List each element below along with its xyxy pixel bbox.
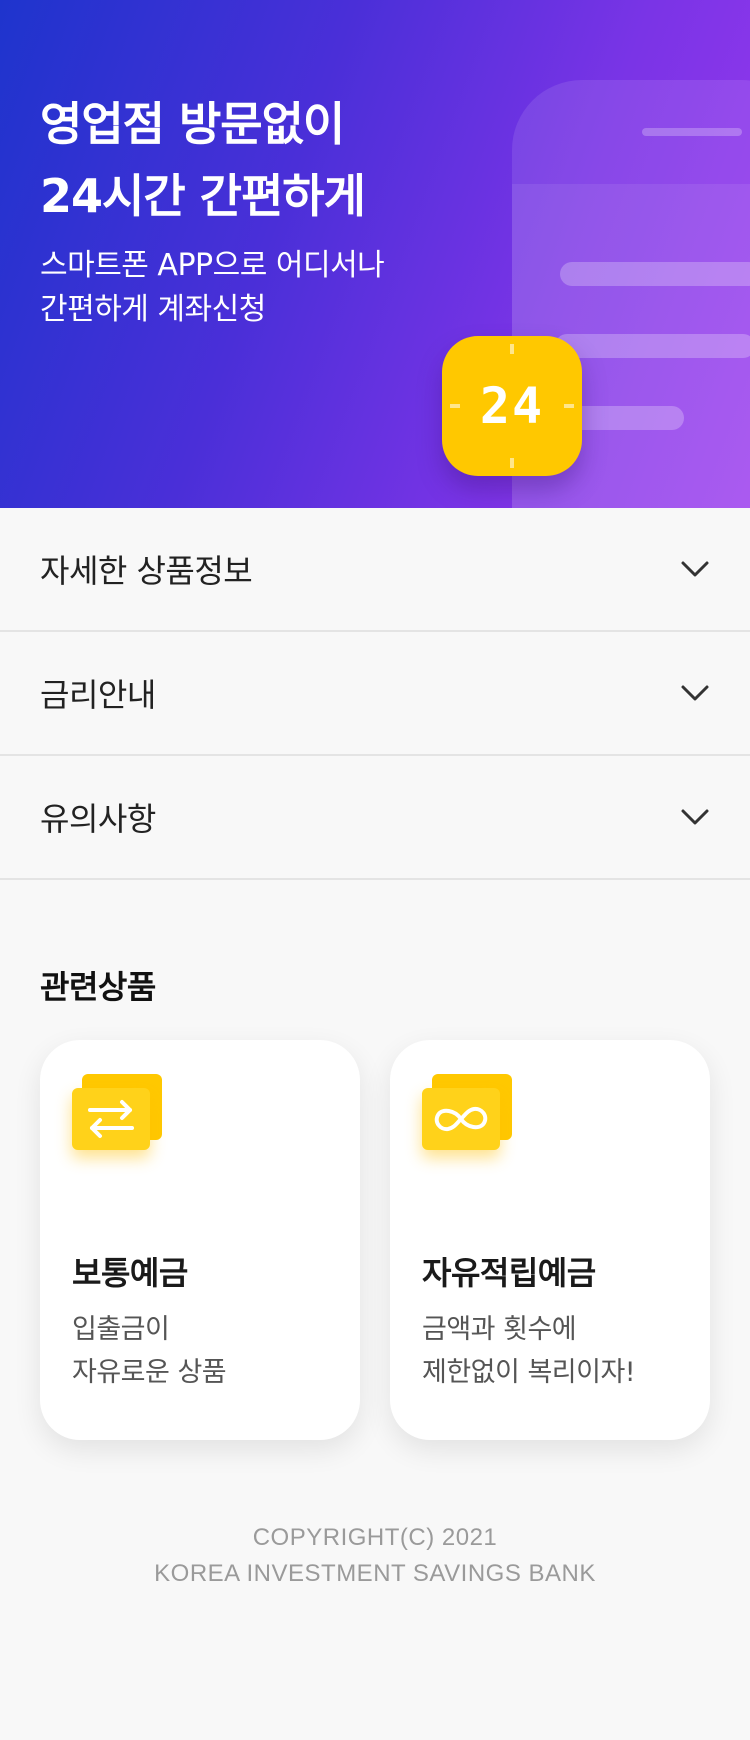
phone-bar-illustration (570, 406, 684, 430)
infinity-icon (422, 1074, 512, 1156)
hero-banner: 영업점 방문없이 24시간 간편하게 스마트폰 APP으로 어디서나 간편하게 … (0, 0, 750, 508)
product-card-description-line: 제한없이 복리이자! (422, 1357, 636, 1388)
phone-notch-illustration (642, 128, 742, 136)
product-card-description: 입출금이 자유로운 상품 (72, 1308, 227, 1394)
copyright-line: COPYRIGHT(C) 2021 (252, 1524, 498, 1551)
24-hours-label: 24 (479, 377, 545, 435)
hero-title-line: 24시간 간편하게 (40, 169, 366, 223)
product-card-description-line: 자유로운 상품 (72, 1357, 227, 1388)
hero-subtitle: 스마트폰 APP으로 어디서나 간편하게 계좌신청 (40, 244, 385, 332)
info-accordion: 자세한 상품정보 금리안내 유의사항 (0, 508, 750, 880)
accordion-item-product-info[interactable]: 자세한 상품정보 (0, 508, 750, 632)
accordion-label: 유의사항 (40, 800, 156, 838)
hero-title: 영업점 방문없이 24시간 간편하게 (40, 88, 366, 232)
phone-bar-illustration (560, 262, 750, 286)
product-card-description: 금액과 횟수에 제한없이 복리이자! (422, 1308, 636, 1394)
company-name: KOREA INVESTMENT SAVINGS BANK (154, 1560, 596, 1587)
product-card-title: 자유적립예금 (422, 1254, 596, 1292)
accordion-label: 금리안내 (40, 676, 156, 714)
product-card-description-line: 입출금이 (72, 1314, 170, 1345)
page: 영업점 방문없이 24시간 간편하게 스마트폰 APP으로 어디서나 간편하게 … (0, 0, 750, 1740)
footer-copyright: COPYRIGHT(C) 2021 KOREA INVESTMENT SAVIN… (0, 1520, 750, 1592)
chevron-down-icon (681, 809, 709, 825)
hero-title-line: 영업점 방문없이 (40, 97, 345, 151)
product-card-ordinary-deposit[interactable]: 보통예금 입출금이 자유로운 상품 (40, 1040, 360, 1440)
chevron-down-icon (681, 685, 709, 701)
hero-subtitle-line: 스마트폰 APP으로 어디서나 (40, 248, 385, 283)
hero-subtitle-line: 간편하게 계좌신청 (40, 292, 266, 327)
24-hours-icon: 24 (442, 336, 582, 476)
accordion-label: 자세한 상품정보 (40, 552, 253, 590)
related-products-title: 관련상품 (40, 968, 156, 1006)
product-card-title: 보통예금 (72, 1254, 188, 1292)
chevron-down-icon (681, 561, 709, 577)
product-card-free-savings[interactable]: 자유적립예금 금액과 횟수에 제한없이 복리이자! (390, 1040, 710, 1440)
accordion-item-interest-rate[interactable]: 금리안내 (0, 632, 750, 756)
transfer-arrows-icon (72, 1074, 162, 1156)
accordion-item-notices[interactable]: 유의사항 (0, 756, 750, 880)
product-card-description-line: 금액과 횟수에 (422, 1314, 577, 1345)
phone-bar-illustration (555, 334, 750, 358)
